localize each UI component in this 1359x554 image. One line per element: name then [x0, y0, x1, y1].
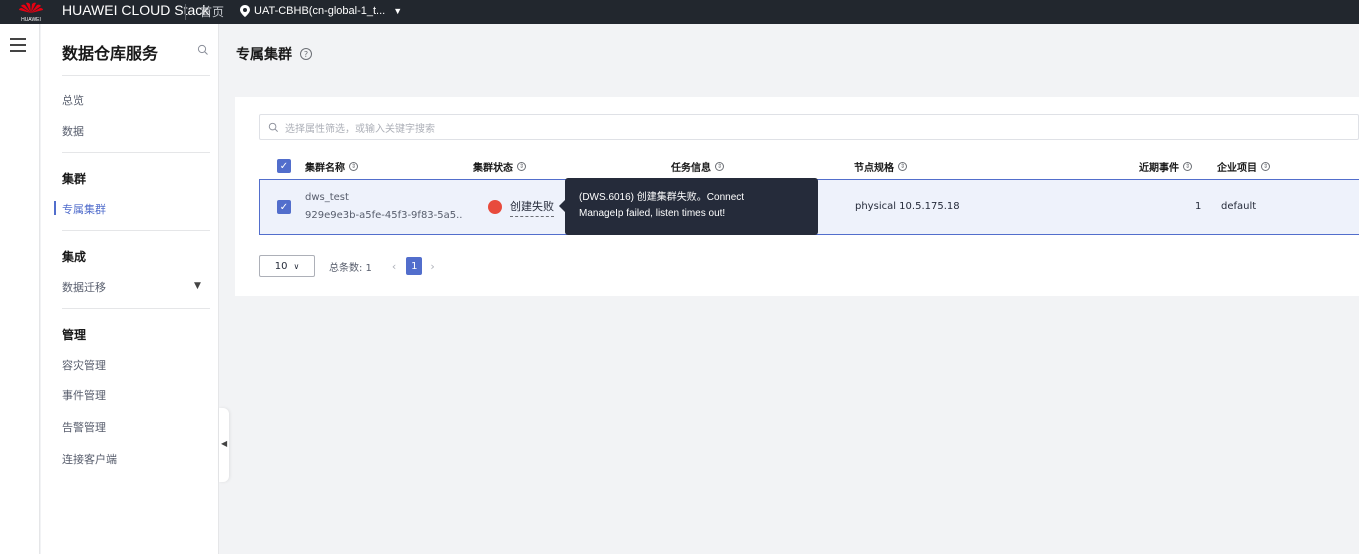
- sidebar-item-data-migration[interactable]: 数据迁移: [62, 279, 106, 295]
- tooltip-line-1: (DWS.6016) 创建集群失败。Connect: [579, 192, 745, 203]
- sort-icon: ⇕: [1261, 162, 1270, 171]
- sidebar-item-event-manage[interactable]: 事件管理: [62, 387, 106, 403]
- sidebar-group-integration: 集成: [62, 250, 87, 264]
- sort-icon: ⇕: [1183, 162, 1192, 171]
- sidebar-divider: [62, 75, 210, 76]
- node-spec: physical 10.5.175.18: [855, 201, 960, 212]
- table-header: ✓ 集群名称 ⇕ 集群状态 ⇕ 任务信息 ⇕ 节点规格 ⇕ 近期事件 ⇕ 企业项目 ⇕: [259, 153, 1359, 179]
- next-page-icon[interactable]: ›: [430, 260, 434, 273]
- sidebar-divider: [62, 308, 210, 309]
- column-header-task[interactable]: 任务信息 ⇕: [671, 159, 724, 174]
- top-bar: HUAWEI HUAWEI CLOUD Stack 首页 UAT-CBHB(cn…: [0, 0, 1359, 24]
- caret-left-icon: ◀: [221, 439, 228, 448]
- location-pin-icon: [240, 5, 250, 17]
- column-header-name[interactable]: 集群名称 ⇕: [305, 159, 358, 174]
- sidebar-item-dr-manage[interactable]: 容灾管理: [62, 357, 106, 373]
- huawei-logo[interactable]: HUAWEI: [0, 0, 62, 24]
- logo-text: HUAWEI: [21, 17, 41, 23]
- page-size-value: 10: [274, 260, 288, 272]
- sidebar-collapse-toggle[interactable]: ◀: [219, 408, 229, 482]
- page-size-select[interactable]: 10 ∨: [259, 255, 315, 277]
- sidebar-group-cluster: 集群: [62, 172, 87, 186]
- recent-events-count[interactable]: 1: [1195, 201, 1201, 212]
- error-icon: [488, 200, 502, 214]
- search-placeholder: 选择属性筛选，或输入关键字搜索: [285, 123, 435, 135]
- search-input[interactable]: 选择属性筛选，或输入关键字搜索: [259, 114, 1359, 140]
- sidebar-item-alarm-manage[interactable]: 告警管理: [62, 419, 106, 435]
- cluster-name[interactable]: dws_test: [305, 192, 349, 203]
- sort-icon: ⇕: [898, 162, 907, 171]
- menu-icon[interactable]: [10, 38, 26, 52]
- sort-icon: ⇕: [715, 162, 724, 171]
- help-icon[interactable]: ?: [300, 48, 312, 60]
- sort-icon: ⇕: [349, 162, 358, 171]
- column-header-node-spec[interactable]: 节点规格 ⇕: [854, 159, 907, 174]
- page-title: 专属集群 ?: [236, 44, 312, 64]
- row-checkbox[interactable]: ✓: [277, 200, 291, 214]
- current-page[interactable]: 1: [406, 257, 423, 275]
- expand-arrow-icon[interactable]: ▼: [194, 281, 201, 291]
- brand-title: HUAWEI CLOUD Stack: [62, 2, 210, 18]
- sidebar-item-overview[interactable]: 总览: [62, 92, 84, 108]
- page-title-text: 专属集群: [236, 47, 292, 63]
- search-icon[interactable]: [197, 44, 209, 56]
- sort-icon: ⇕: [517, 162, 526, 171]
- tooltip-line-2: ManageIp failed, listen times out!: [579, 208, 726, 219]
- column-header-recent-events[interactable]: 近期事件 ⇕: [1139, 159, 1192, 174]
- home-link[interactable]: 首页: [200, 3, 224, 20]
- search-icon: [268, 122, 278, 132]
- sidebar-divider: [62, 152, 210, 153]
- left-rail: [0, 24, 40, 554]
- total-count: 总条数: 1: [329, 262, 372, 274]
- sidebar-title: 数据仓库服务: [62, 44, 159, 63]
- column-header-status[interactable]: 集群状态 ⇕: [473, 159, 526, 174]
- column-header-enterprise-project[interactable]: 企业项目 ⇕: [1217, 159, 1270, 174]
- chevron-down-icon: ∨: [293, 261, 300, 271]
- header-divider: [185, 4, 186, 20]
- sidebar: 数据仓库服务 总览 数据 集群 专属集群 集成 数据迁移 ▼ 管理 容灾管理 事…: [41, 24, 219, 554]
- cluster-status[interactable]: 创建失败: [510, 198, 554, 217]
- caret-down-icon: ▼: [393, 6, 403, 16]
- enterprise-project[interactable]: default: [1221, 201, 1256, 212]
- prev-page-icon[interactable]: ‹: [392, 260, 396, 273]
- select-all-checkbox[interactable]: ✓: [277, 159, 291, 173]
- sidebar-item-client-connect[interactable]: 连接客户端: [62, 451, 117, 467]
- sidebar-divider: [62, 230, 210, 231]
- sidebar-item-data[interactable]: 数据: [62, 123, 84, 139]
- cluster-id: 929e9e3b-a5fe-45f3-9f83-5a5..: [305, 210, 463, 221]
- active-indicator: [54, 201, 56, 215]
- region-label: UAT-CBHB(cn-global-1_t...: [254, 5, 386, 17]
- pagination: 10 ∨ 总条数: 1 ‹ 1 ›: [259, 255, 435, 277]
- error-tooltip: (DWS.6016) 创建集群失败。Connect ManageIp faile…: [559, 178, 818, 235]
- region-selector[interactable]: UAT-CBHB(cn-global-1_t... ▼: [240, 2, 402, 20]
- sidebar-group-manage: 管理: [62, 328, 87, 342]
- sidebar-item-dedicated-cluster[interactable]: 专属集群: [62, 201, 106, 217]
